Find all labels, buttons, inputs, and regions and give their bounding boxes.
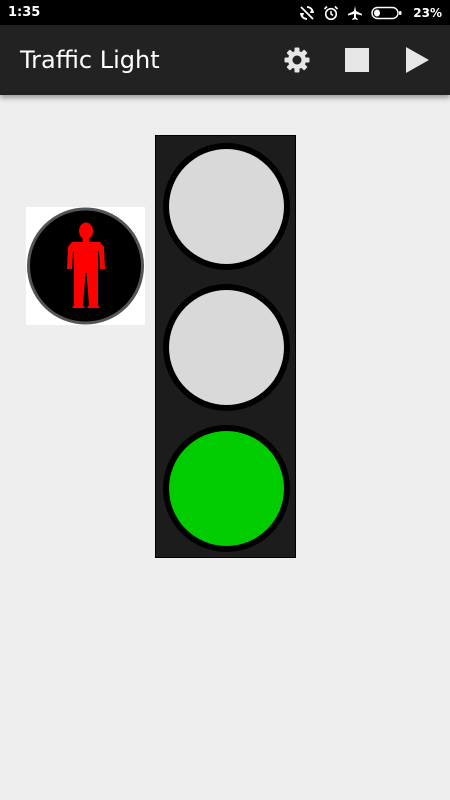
standing-pedestrian-icon <box>27 207 144 325</box>
red-lamp-lens <box>169 149 284 264</box>
green-lamp[interactable] <box>163 425 290 552</box>
sync-disabled-icon <box>300 5 315 20</box>
settings-gear-icon <box>284 47 310 73</box>
app-title: Traffic Light <box>20 46 160 74</box>
settings-button[interactable] <box>272 35 322 85</box>
green-lamp-lens <box>169 431 284 546</box>
battery-icon <box>371 6 402 19</box>
status-time: 1:35 <box>8 5 41 20</box>
traffic-light-housing <box>155 135 296 558</box>
yellow-lamp-lens <box>169 290 284 405</box>
play-icon <box>406 47 429 73</box>
app-bar: Traffic Light <box>0 25 450 95</box>
stop-icon <box>345 48 369 72</box>
stop-button[interactable] <box>332 35 382 85</box>
status-bar: 1:35 23% <box>0 0 450 25</box>
airplane-mode-icon <box>348 5 363 20</box>
pedestrian-signal <box>26 207 145 325</box>
alarm-icon <box>324 5 339 20</box>
yellow-lamp[interactable] <box>163 284 290 411</box>
red-lamp[interactable] <box>163 143 290 270</box>
battery-percent: 23% <box>413 5 442 20</box>
play-button[interactable] <box>392 35 442 85</box>
